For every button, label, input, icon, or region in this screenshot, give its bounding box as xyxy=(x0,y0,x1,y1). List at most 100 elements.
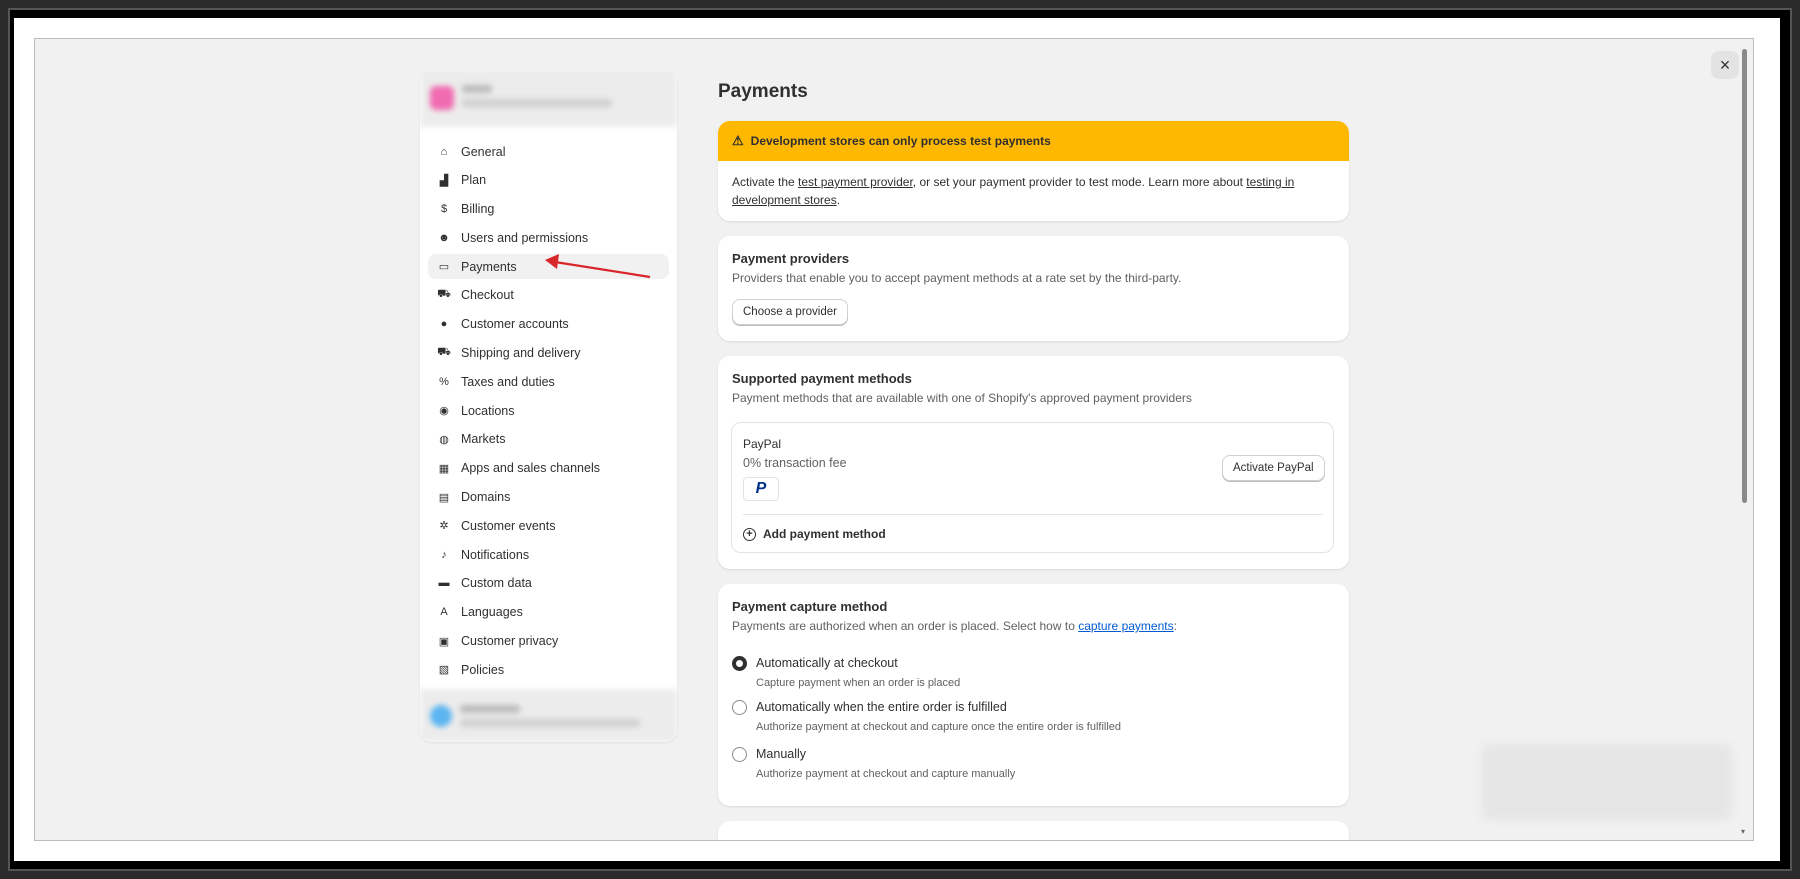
capture-option[interactable]: Automatically when the entire order is f… xyxy=(732,700,1121,733)
sidebar-item-label: Custom data xyxy=(461,576,532,591)
page-title: Payments xyxy=(718,81,808,102)
radio-automatic-checkout[interactable] xyxy=(732,656,747,671)
sidebar-item-markets[interactable]: ◍ Markets xyxy=(428,427,669,452)
database-icon: ▬ xyxy=(438,577,450,590)
screenshot-frame: × ▾ ⌂ General ▟ Plan $ Billing ☻ Users and perm… xyxy=(8,8,1792,871)
sidebar-item-plan[interactable]: ▟ Plan xyxy=(428,168,669,193)
radio-automatic-fulfilled[interactable] xyxy=(732,700,747,715)
receipt-icon: $ xyxy=(440,203,448,216)
sidebar-item-custom-data[interactable]: ▬ Custom data xyxy=(428,571,669,596)
payment-providers-card: Payment providers Providers that enable … xyxy=(718,236,1349,341)
sidebar-item-notifications[interactable]: ♪ Notifications xyxy=(428,542,669,567)
dev-store-banner: ⚠ Development stores can only process te… xyxy=(718,121,1349,221)
lock-icon: ▣ xyxy=(438,635,450,648)
settings-sidebar: ⌂ General ▟ Plan $ Billing ☻ Users and permissi… xyxy=(420,69,677,742)
sidebar-item-label: Payments xyxy=(461,259,517,274)
sidebar-item-label: Users and permissions xyxy=(461,230,589,245)
sidebar-item-locations[interactable]: ◉ Locations xyxy=(428,398,669,423)
capture-option[interactable]: Manually Authorize payment at checkout an… xyxy=(732,747,1015,780)
sidebar-item-users-and-permissions[interactable]: ☻ Users and permissions xyxy=(428,225,669,250)
supported-title: Supported payment methods xyxy=(732,371,912,386)
truck-icon: ⛟ xyxy=(437,346,451,359)
sidebar-item-policies[interactable]: ▧ Policies xyxy=(428,657,669,682)
radio-manual[interactable] xyxy=(732,747,747,762)
sidebar-item-label: General xyxy=(461,144,506,159)
sidebar-item-label: Plan xyxy=(461,173,487,188)
users-icon: ☻ xyxy=(438,231,450,244)
capture-payments-link[interactable]: capture payments xyxy=(1078,619,1173,633)
paypal-logo-icon: P xyxy=(743,477,779,501)
location-icon: ◉ xyxy=(439,405,449,418)
banner-text: Activate the test payment provider, or s… xyxy=(732,175,1295,207)
policy-icon: ▧ xyxy=(438,664,450,677)
cart-icon: ⛟ xyxy=(437,288,451,301)
blurred-toast xyxy=(1482,744,1732,820)
sidebar-item-label: Languages xyxy=(461,605,523,620)
settings-nav: ⌂ General ▟ Plan $ Billing ☻ Users and permissi… xyxy=(420,127,677,682)
sidebar-item-label: Customer privacy xyxy=(461,634,559,649)
next-card-partial xyxy=(718,821,1349,840)
supported-methods-card: Supported payment methods Payment method… xyxy=(718,356,1349,569)
sidebar-item-customer-accounts[interactable]: ● Customer accounts xyxy=(428,312,669,337)
store-avatar xyxy=(430,86,454,110)
paypal-name: PayPal xyxy=(743,437,782,451)
sidebar-item-label: Customer events xyxy=(461,518,556,533)
cursor-icon: ✲ xyxy=(439,520,449,533)
add-payment-method-button[interactable]: + Add payment method xyxy=(743,527,886,541)
user-footer-blurred[interactable] xyxy=(420,689,677,742)
sidebar-item-billing[interactable]: $ Billing xyxy=(428,197,669,222)
language-icon: A xyxy=(440,606,448,619)
providers-subtitle: Providers that enable you to accept paym… xyxy=(732,271,1182,285)
scroll-down-icon[interactable]: ▾ xyxy=(1741,827,1745,836)
apps-icon: ▦ xyxy=(438,462,450,475)
test-provider-link[interactable]: test payment provider xyxy=(798,175,913,189)
sidebar-item-domains[interactable]: ▤ Domains xyxy=(428,485,669,510)
capture-method-card: Payment capture method Payments are auth… xyxy=(718,584,1349,806)
chart-icon: ▟ xyxy=(439,174,449,187)
scrollbar-thumb[interactable] xyxy=(1742,49,1747,503)
sidebar-item-shipping-and-delivery[interactable]: ⛟ Shipping and delivery xyxy=(428,341,669,366)
capture-subtitle: Payments are authorized when an order is… xyxy=(732,619,1177,633)
sidebar-item-label: Checkout xyxy=(461,288,514,303)
sidebar-item-label: Apps and sales channels xyxy=(461,461,600,476)
paypal-method: PayPal 0% transaction fee P Activate Pay… xyxy=(731,422,1334,553)
store-icon: ⌂ xyxy=(440,145,448,158)
sidebar-item-customer-privacy[interactable]: ▣ Customer privacy xyxy=(428,629,669,654)
sidebar-item-customer-events[interactable]: ✲ Customer events xyxy=(428,513,669,538)
sidebar-item-label: Notifications xyxy=(461,547,530,562)
sidebar-item-checkout[interactable]: ⛟ Checkout xyxy=(428,283,669,308)
supported-subtitle: Payment methods that are available with … xyxy=(732,391,1192,405)
sidebar-item-label: Markets xyxy=(461,432,506,447)
banner-title: Development stores can only process test… xyxy=(750,134,1051,148)
bell-icon: ♪ xyxy=(441,548,447,561)
sidebar-item-label: Locations xyxy=(461,403,515,418)
settings-modal: × ▾ ⌂ General ▟ Plan $ Billing ☻ Users and perm… xyxy=(34,38,1754,841)
sidebar-item-label: Taxes and duties xyxy=(461,374,555,389)
capture-option[interactable]: Automatically at checkout Capture payment… xyxy=(732,656,960,689)
user-avatar xyxy=(430,705,452,727)
close-button[interactable]: × xyxy=(1711,51,1739,79)
person-icon: ● xyxy=(440,318,448,331)
plus-circle-icon: + xyxy=(743,527,756,541)
sidebar-item-label: Shipping and delivery xyxy=(461,346,581,361)
paypal-fee: 0% transaction fee xyxy=(743,456,847,470)
globe-icon: ◍ xyxy=(439,433,449,446)
screenshot-border: × ▾ ⌂ General ▟ Plan $ Billing ☻ Users and perm… xyxy=(14,18,1780,861)
divider xyxy=(743,514,1323,515)
tax-icon: % xyxy=(439,375,449,388)
sidebar-item-payments[interactable]: ▭ Payments xyxy=(428,254,669,280)
store-header-blurred[interactable] xyxy=(420,69,677,127)
sidebar-item-apps-and-sales-channels[interactable]: ▦ Apps and sales channels xyxy=(428,456,669,481)
activate-paypal-button[interactable]: Activate PayPal xyxy=(1222,455,1325,481)
sidebar-item-label: Customer accounts xyxy=(461,317,569,332)
sidebar-item-label: Domains xyxy=(461,490,511,505)
sidebar-item-taxes-and-duties[interactable]: % Taxes and duties xyxy=(428,369,669,394)
close-icon: × xyxy=(1719,54,1731,75)
payment-icon: ▭ xyxy=(438,261,450,274)
sidebar-item-general[interactable]: ⌂ General xyxy=(428,139,669,164)
scrollbar[interactable]: ▾ xyxy=(1741,47,1749,837)
capture-title: Payment capture method xyxy=(732,599,888,614)
domain-icon: ▤ xyxy=(438,491,450,504)
choose-provider-button[interactable]: Choose a provider xyxy=(732,299,848,325)
sidebar-item-languages[interactable]: A Languages xyxy=(428,600,669,625)
